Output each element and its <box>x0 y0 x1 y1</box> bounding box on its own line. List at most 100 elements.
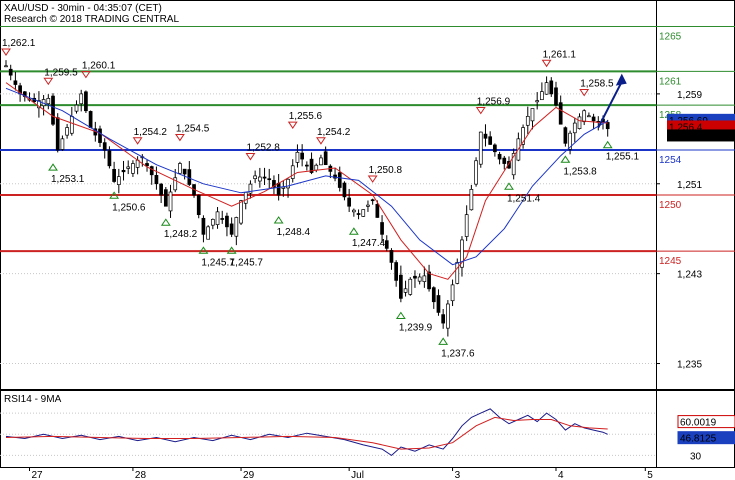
candle-body <box>55 117 60 151</box>
rsi-badge-label: 60.0019 <box>680 418 717 429</box>
candle-body <box>356 213 361 215</box>
candle-body <box>210 218 215 226</box>
candle-body <box>535 100 540 103</box>
candle-body <box>112 168 116 182</box>
candle-body <box>116 176 121 185</box>
candle-body <box>431 287 436 303</box>
candle-body <box>563 127 568 144</box>
candle-body <box>497 153 502 160</box>
x-tick-label: 29 <box>243 470 255 480</box>
chart: 1,262.1 1,259.5 1,260.1 1,253.1 1,254.2 1,254… <box>0 0 735 480</box>
candle-body <box>220 218 225 220</box>
level-label: 1245 <box>659 256 682 267</box>
candle-body <box>403 288 408 293</box>
candle-body <box>464 214 469 237</box>
low-annotation: 1,251.4 <box>507 193 541 204</box>
rsi-title: RSI14 - 9MA <box>4 394 62 405</box>
candle-body <box>370 199 375 202</box>
candle-body <box>399 274 403 299</box>
candle-body <box>483 133 488 139</box>
low-annotation: 1,253.8 <box>563 166 597 177</box>
candle-body <box>389 250 394 263</box>
high-annotation: 1,259.5 <box>44 67 78 78</box>
candle-body <box>347 197 352 207</box>
y-tick-label: 1,243 <box>677 270 702 281</box>
candle-body <box>149 166 154 176</box>
candle-body <box>408 278 413 295</box>
candle-body <box>478 131 483 165</box>
candle-body <box>582 110 587 123</box>
low-annotation: 1,250.6 <box>112 202 146 213</box>
candle-body <box>229 223 234 235</box>
candle-body <box>554 87 558 106</box>
low-annotation: 1,247.4 <box>352 238 386 249</box>
candle-body <box>182 168 187 175</box>
low-annotation: 1,248.4 <box>277 227 311 238</box>
candle-body <box>469 189 474 211</box>
candle-body <box>488 136 493 145</box>
low-annotation: 1,245.7 <box>230 257 264 268</box>
candle-body <box>239 200 243 224</box>
candle-body <box>417 276 422 282</box>
candle-body <box>154 175 159 185</box>
price-panel: 1,262.1 1,259.5 1,260.1 1,253.1 1,254.2 1,254… <box>0 0 657 390</box>
candle-body <box>525 116 530 126</box>
candle-body <box>342 182 347 198</box>
high-annotation: 1,256.9 <box>477 96 511 107</box>
candle-body <box>413 275 417 279</box>
high-annotation: 1,261.1 <box>543 49 577 60</box>
price-badge-label: 1,255.87 <box>669 131 708 142</box>
candle-body <box>98 128 102 143</box>
rsi-badge-label: 46.8125 <box>680 434 717 445</box>
level-label: 1250 <box>659 200 682 211</box>
candle-body <box>225 215 229 228</box>
candle-body <box>323 151 328 166</box>
candle-body <box>196 194 201 216</box>
rsi-y-tick-label: 30 <box>690 451 702 462</box>
rsi-axis-ticks: 30 <box>690 451 702 462</box>
candle-body <box>178 163 182 174</box>
low-annotation: 1,237.6 <box>441 348 475 359</box>
candle-body <box>253 175 257 180</box>
candle-body <box>74 104 79 112</box>
candle-body <box>450 284 455 302</box>
candle-body <box>295 151 300 163</box>
candle-body <box>300 152 304 160</box>
candle-body <box>8 68 13 76</box>
price-axis: 1,2591,2511,2431,235 1265126112581254125… <box>656 0 735 390</box>
candle-body <box>69 116 74 134</box>
level-label: 1265 <box>659 31 682 42</box>
candle-body <box>159 183 163 196</box>
high-annotation: 1,250.8 <box>369 165 403 176</box>
candle-body <box>375 203 380 218</box>
candle-body <box>502 157 507 164</box>
high-annotation: 1,254.5 <box>176 123 210 134</box>
candle-body <box>394 262 399 281</box>
candle-body <box>493 144 497 153</box>
time-axis: 27 28 29 Jul 3 4 5 <box>29 467 653 480</box>
candle-body <box>540 91 544 101</box>
low-annotation: 1,239.9 <box>399 322 433 333</box>
candle-body <box>446 303 450 329</box>
candle-body <box>544 82 549 95</box>
high-annotation: 1,254.2 <box>134 127 168 138</box>
candle-body <box>474 160 478 185</box>
candle-body <box>384 240 389 249</box>
high-annotation: 1,258.5 <box>580 79 614 90</box>
x-tick-label: 3 <box>455 470 461 480</box>
candle-body <box>587 115 591 118</box>
candle-body <box>102 142 107 151</box>
rsi-panel: RSI14 - 9MA <box>0 390 657 468</box>
candle-body <box>262 176 267 179</box>
y-tick-label: 1,259 <box>677 90 702 101</box>
candle-body <box>46 98 51 105</box>
candle-body <box>366 204 370 207</box>
candle-body <box>267 178 272 181</box>
low-annotation: 1,253.1 <box>51 174 85 185</box>
candle-body <box>257 176 262 182</box>
chart-subheader: Research © 2018 TRADING CENTRAL <box>4 14 179 25</box>
candle-body <box>572 122 577 134</box>
candle-body <box>79 93 84 105</box>
candle-body <box>352 209 356 213</box>
candle-body <box>319 157 323 166</box>
